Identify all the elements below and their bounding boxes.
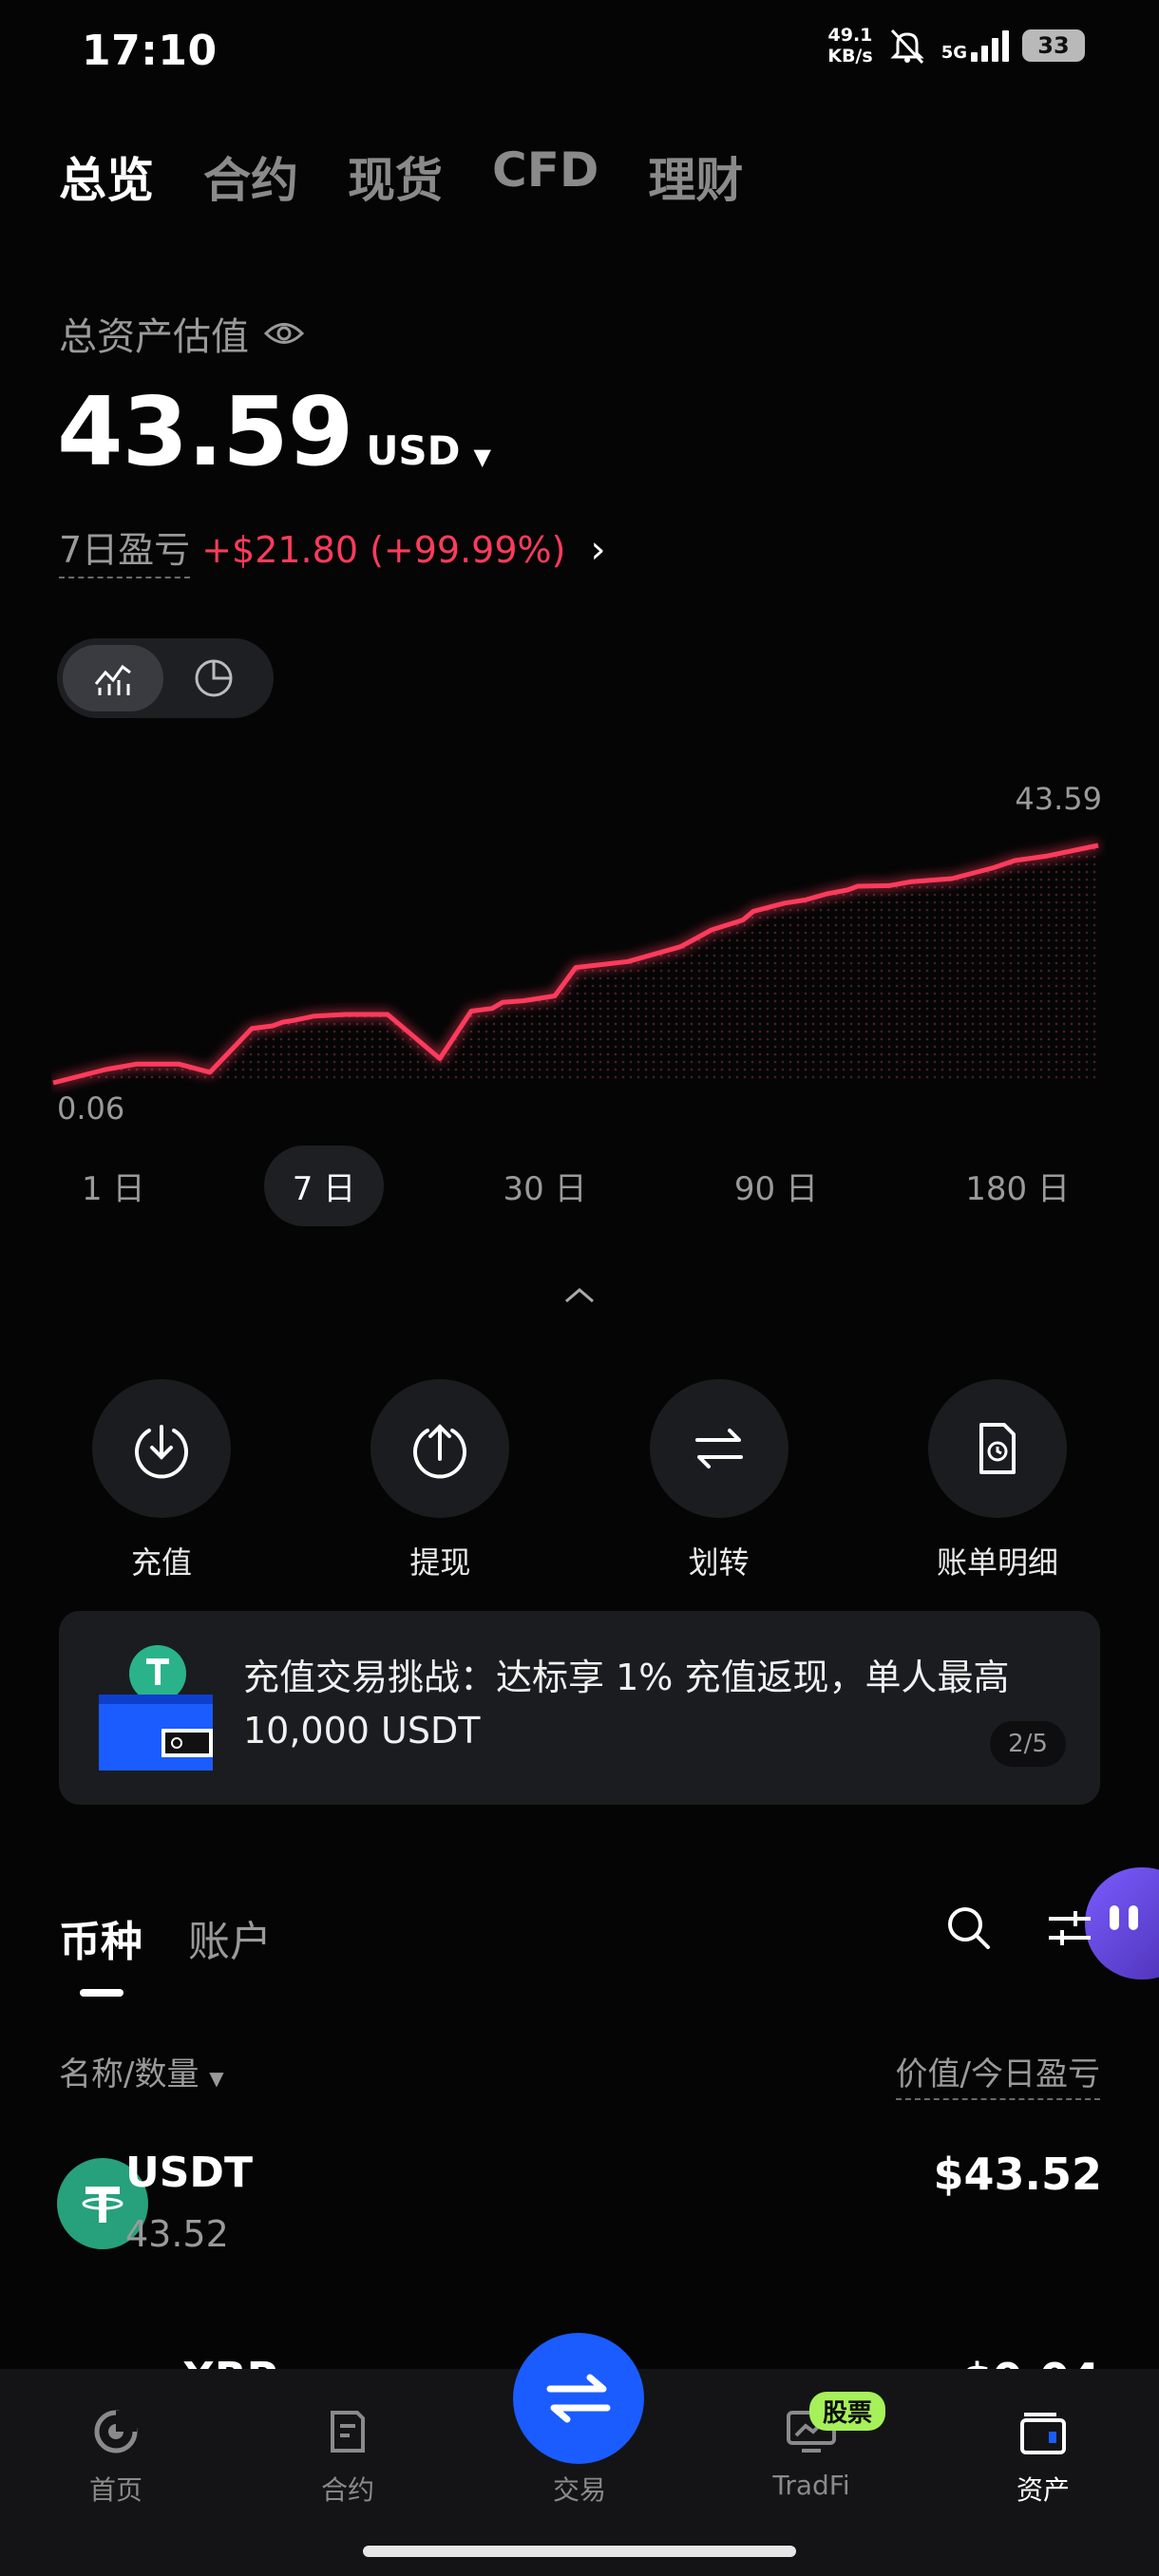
nav-trade-label: 交易 (552, 2474, 606, 2506)
tab-coins[interactable]: 币种 (59, 1907, 142, 1968)
top-tabs: 总览 合约 现货 CFD 理财 (59, 142, 743, 211)
list-tools (944, 1904, 1094, 1953)
net-speed-value: 49.1 (827, 25, 873, 46)
tab-overview[interactable]: 总览 (59, 142, 154, 211)
bill-details-label: 账单明细 (936, 1544, 1058, 1581)
signal-icon: 5G (941, 29, 1009, 62)
range-1d[interactable]: 1 日 (53, 1146, 173, 1226)
usdt-wallet-illustration (99, 1645, 213, 1771)
search-icon[interactable] (944, 1904, 994, 1953)
caret-down-icon[interactable]: ▼ (474, 444, 491, 470)
deposit-circle[interactable] (92, 1379, 231, 1518)
nav-futures[interactable]: 合约 (253, 2403, 443, 2508)
stocks-badge: 股票 (809, 2392, 886, 2431)
wallet-icon (1015, 2403, 1072, 2460)
bill-icon (978, 1423, 1016, 1474)
pie-chart-toggle[interactable] (163, 645, 264, 711)
caret-down-icon: ▼ (209, 2067, 224, 2090)
active-tab-underline (80, 1989, 124, 1997)
trade-button[interactable] (513, 2333, 644, 2464)
range-90d[interactable]: 90 日 (706, 1146, 846, 1226)
net-speed: 49.1 KB/s (827, 25, 872, 66)
deposit-icon (135, 1425, 188, 1479)
coin-quantity: 43.52 (125, 2213, 229, 2255)
nav-assets[interactable]: 资产 (948, 2403, 1138, 2508)
banner-page-indicator: 2/5 (990, 1721, 1066, 1767)
filter-icon[interactable] (1045, 1904, 1094, 1953)
pie-chart-icon (195, 659, 233, 697)
mute-icon (890, 28, 924, 65)
range-selector: 1 日 7 日 30 日 90 日 180 日 (53, 1146, 1098, 1226)
tab-spot[interactable]: 现货 (348, 142, 443, 211)
deposit-button[interactable]: 充值 (57, 1379, 266, 1582)
transfer-icon (694, 1429, 743, 1468)
total-assets-label: 总资产估值 (59, 306, 304, 361)
home-indicator (363, 2546, 796, 2557)
transfer-button[interactable]: 划转 (615, 1379, 824, 1582)
withdraw-label: 提现 (409, 1544, 471, 1581)
coin-value: $43.52 (933, 2149, 1102, 2200)
network-type: 5G (940, 43, 967, 63)
tab-accounts[interactable]: 账户 (188, 1907, 272, 1968)
sort-by-name[interactable]: 名称/数量 ▼ (59, 2048, 224, 2094)
pnl-value: +$21.80 (+99.99%) (201, 528, 566, 571)
futures-icon (319, 2403, 376, 2460)
net-speed-unit: KB/s (827, 46, 873, 66)
battery-icon: 33 (1022, 29, 1085, 62)
chart-type-toggle (57, 638, 274, 718)
transfer-label: 划转 (688, 1544, 750, 1581)
total-assets-label-text: 总资产估值 (59, 315, 249, 359)
range-30d[interactable]: 30 日 (475, 1146, 616, 1226)
eye-icon[interactable] (264, 319, 304, 348)
sort-by-name-label: 名称/数量 (59, 2055, 200, 2093)
coin-name: USDT (125, 2149, 253, 2197)
total-assets-row[interactable]: 43.59 USD ▼ (57, 376, 491, 487)
range-7d[interactable]: 7 日 (263, 1146, 385, 1226)
tab-cfd[interactable]: CFD (492, 142, 598, 211)
line-chart-toggle[interactable] (63, 645, 163, 711)
currency-selector[interactable]: USD (366, 427, 460, 474)
value-pnl-header[interactable]: 价值/今日盈亏 (895, 2048, 1100, 2100)
status-bar-right: 49.1 KB/s 5G 33 (827, 25, 1085, 66)
assistant-bubble[interactable] (1085, 1867, 1159, 1979)
nav-assets-label: 资产 (1016, 2474, 1070, 2506)
range-180d[interactable]: 180 日 (937, 1146, 1098, 1226)
line-chart-icon (94, 664, 131, 695)
withdraw-button[interactable]: 提现 (335, 1379, 544, 1582)
deposit-label: 充值 (130, 1544, 192, 1581)
pnl-label: 7日盈亏 (59, 521, 191, 578)
asset-list-tabs: 币种 账户 (59, 1907, 272, 1968)
pnl-row[interactable]: 7日盈亏 +$21.80 (+99.99%) › (59, 521, 605, 578)
withdraw-circle[interactable] (370, 1379, 510, 1518)
bill-details-button[interactable]: 账单明细 (893, 1379, 1102, 1582)
nav-tradfi-label: TradFi (772, 2470, 850, 2501)
quick-actions: 充值 提现 划转 账单明细 (57, 1379, 1102, 1582)
bill-circle[interactable] (927, 1379, 1067, 1518)
chevron-right-icon[interactable]: › (590, 528, 605, 572)
withdraw-icon (413, 1424, 467, 1479)
home-icon (87, 2403, 144, 2460)
total-assets-value: 43.59 (57, 376, 353, 487)
swap-icon (546, 2374, 611, 2423)
nav-home[interactable]: 首页 (21, 2403, 211, 2508)
transfer-circle[interactable] (649, 1379, 788, 1518)
status-time: 17:10 (82, 27, 218, 75)
chevron-up-icon[interactable] (560, 1284, 598, 1307)
asset-line-chart (52, 843, 1099, 1086)
nav-home-label: 首页 (88, 2474, 142, 2506)
tab-earn[interactable]: 理财 (648, 142, 743, 211)
nav-futures-label: 合约 (320, 2474, 374, 2506)
promo-banner-text: 充值交易挑战：达标享 1% 充值返现，单人最高 10,000 USDT (243, 1657, 1010, 1752)
chart-min-label: 0.06 (57, 1090, 125, 1127)
tab-futures[interactable]: 合约 (203, 142, 298, 211)
